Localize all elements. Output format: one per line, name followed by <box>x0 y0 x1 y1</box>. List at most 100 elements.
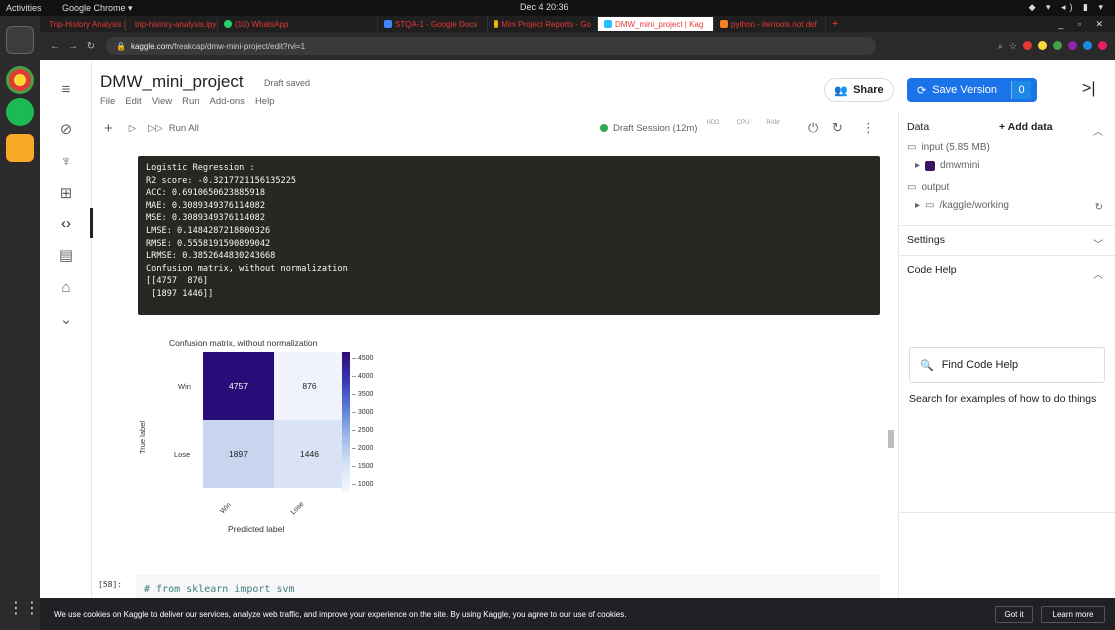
power-icon[interactable]: ⏻ <box>808 120 818 136</box>
dataset-item[interactable]: ▸ dmwmini <box>915 160 979 171</box>
save-version-button[interactable]: ⟳ Save Version 0 <box>907 78 1037 102</box>
notebook-title[interactable]: DMW_mini_project <box>100 72 244 92</box>
code-help-section[interactable]: Code Help <box>907 264 957 276</box>
colorbar-tick: – 3500 <box>352 391 374 398</box>
tab-favicon-icon <box>494 20 499 28</box>
table-icon[interactable]: ⊞ <box>53 180 79 206</box>
back-icon[interactable]: ← <box>46 41 64 52</box>
colorbar-tick: – 4500 <box>352 355 374 362</box>
bookmark-star-icon[interactable]: ☆ <box>1009 41 1017 52</box>
scrollbar-thumb[interactable] <box>888 430 894 448</box>
window-controls[interactable]: _ ▫ ✕ <box>1058 19 1109 30</box>
menu-edit[interactable]: Edit <box>125 96 141 107</box>
chart-title: Confusion matrix, without normalization <box>169 338 318 348</box>
browser-tab[interactable]: python - itertools not def <box>714 17 826 31</box>
system-top-bar: Activities Google Chrome ▾ Dec 4 20:36 ◆… <box>0 0 1115 16</box>
profile-avatar[interactable] <box>1098 40 1107 50</box>
menu-help[interactable]: Help <box>255 96 275 107</box>
activities-button[interactable]: Activities <box>0 3 62 13</box>
comments-icon[interactable]: ▤ <box>53 242 79 268</box>
x-tick-label: Win <box>219 501 233 516</box>
run-all-label[interactable]: Run All <box>169 123 199 134</box>
browser-tab[interactable]: (10) WhatsApp <box>218 17 378 31</box>
more-options-icon[interactable]: ⋮ <box>862 120 875 136</box>
browser-toolbar: ← → ↻ 🔒 kaggle.com/freakcap/dmw-mini-pro… <box>40 32 1115 60</box>
find-code-help-input[interactable]: 🔍 Find Code Help <box>909 347 1105 383</box>
output-line: Logistic Regression : <box>146 163 255 173</box>
working-folder[interactable]: ▸ ▭ /kaggle/working <box>915 200 1009 211</box>
show-apps-icon[interactable]: ⋮⋮ <box>8 598 40 622</box>
restart-icon[interactable]: ↻ <box>832 120 843 136</box>
browser-tab[interactable]: trip-history-analysis.ipyn <box>126 17 218 31</box>
expand-chevron-icon[interactable]: ﹀ <box>1093 236 1103 251</box>
add-data-button[interactable]: + Add data <box>999 121 1053 133</box>
browser-tab[interactable]: STQA-1 - Google Docs <box>378 17 488 31</box>
extension-icon[interactable] <box>1023 40 1032 50</box>
extension-icon[interactable] <box>1053 40 1062 50</box>
share-label: Share <box>853 84 884 96</box>
terminal-icon[interactable] <box>6 26 34 54</box>
extension-icon[interactable] <box>1038 40 1047 50</box>
browser-tab-strip: Trip-History Analysis | Ka... trip-histo… <box>40 16 1115 32</box>
tab-favicon-icon <box>720 20 728 28</box>
extension-icon[interactable] <box>1083 40 1092 50</box>
tab-label: (10) WhatsApp <box>235 19 289 29</box>
browser-tab[interactable]: Trip-History Analysis | Ka... <box>40 17 126 31</box>
learn-more-button[interactable]: Learn more <box>1041 606 1105 623</box>
trophy-icon[interactable]: ♆ <box>53 148 79 174</box>
session-label: Draft Session (12m) <box>613 122 698 134</box>
heatmap-cell: 1446 <box>274 420 345 488</box>
zoom-icon[interactable]: ⌕ <box>998 41 1003 52</box>
output-line: LMSE: 0.1484287218800326 <box>146 225 271 236</box>
save-count-badge[interactable]: 0 <box>1011 81 1031 99</box>
app-menu[interactable]: Google Chrome ▾ <box>62 3 133 14</box>
data-section-title: Data <box>907 121 930 133</box>
got-it-button[interactable]: Got it <box>995 606 1033 623</box>
code-icon[interactable]: ‹› <box>53 210 79 236</box>
run-cell-icon[interactable]: ▷ <box>129 123 136 134</box>
hamburger-menu-icon[interactable]: ≡ <box>53 76 79 102</box>
spotify-icon[interactable] <box>6 98 34 126</box>
url-path: /freakcap/dmw-mini-project/edit?rvi=1 <box>171 41 306 51</box>
system-clock[interactable]: Dec 4 20:36 <box>520 2 569 12</box>
collapse-chevron-icon[interactable]: ︿ <box>1093 123 1103 138</box>
settings-section[interactable]: Settings <box>907 234 945 246</box>
run-all-icon[interactable]: ▷▷ <box>148 123 163 134</box>
output-line: [1897 1446]] <box>146 288 214 299</box>
tab-label: DMW_mini_project | Kag <box>615 19 704 29</box>
expand-more-icon[interactable]: ⌄ <box>53 306 79 332</box>
school-icon[interactable]: ⌂ <box>53 274 79 300</box>
collapse-chevron-icon[interactable]: ︿ <box>1093 266 1103 281</box>
menu-add-ons[interactable]: Add-ons <box>210 96 245 107</box>
colorbar-tick: – 1000 <box>352 481 374 488</box>
y-axis-label: True label <box>138 420 148 455</box>
sublime-text-icon[interactable] <box>6 134 34 162</box>
refresh-icon[interactable]: ↻ <box>1095 202 1103 213</box>
folder-icon: ▭ <box>907 182 917 193</box>
y-tick-label: Win <box>178 382 191 391</box>
app-dock: ⋮⋮ <box>0 16 40 630</box>
notebook-header: DMW_mini_project Draft saved File Edit V… <box>92 60 1115 112</box>
extension-icon[interactable] <box>1068 40 1077 50</box>
browser-tab[interactable]: Mini Project Reports - Go <box>488 17 598 31</box>
system-tray-icons[interactable]: ◆ ▾ ◂) ▮ ▾ <box>1029 2 1107 13</box>
output-line: MSE: 0.3089349376114082 <box>146 213 265 224</box>
menu-view[interactable]: View <box>152 96 172 107</box>
collapse-panel-icon[interactable]: >| <box>1082 80 1096 98</box>
menu-run[interactable]: Run <box>182 96 199 107</box>
address-bar[interactable]: 🔒 kaggle.com/freakcap/dmw-mini-project/e… <box>106 37 876 55</box>
menu-file[interactable]: File <box>100 96 115 107</box>
reload-icon[interactable]: ↻ <box>82 41 100 52</box>
cookie-text: We use cookies on Kaggle to deliver our … <box>54 609 627 619</box>
forward-icon[interactable]: → <box>64 41 82 52</box>
chrome-icon[interactable] <box>6 66 34 94</box>
new-tab-button[interactable]: + <box>832 18 838 30</box>
session-status[interactable]: Draft Session (12m) <box>600 123 697 134</box>
share-button[interactable]: 👥 Share <box>824 78 894 102</box>
input-folder[interactable]: ▭ input (5.85 MB) <box>907 142 990 153</box>
add-cell-icon[interactable]: + <box>104 120 113 137</box>
browser-tab-active[interactable]: DMW_mini_project | Kag <box>598 17 714 31</box>
compass-icon[interactable]: ⊘ <box>53 116 79 142</box>
output-folder[interactable]: ▭ output <box>907 182 949 193</box>
expand-arrow-icon: ▸ <box>915 160 921 171</box>
